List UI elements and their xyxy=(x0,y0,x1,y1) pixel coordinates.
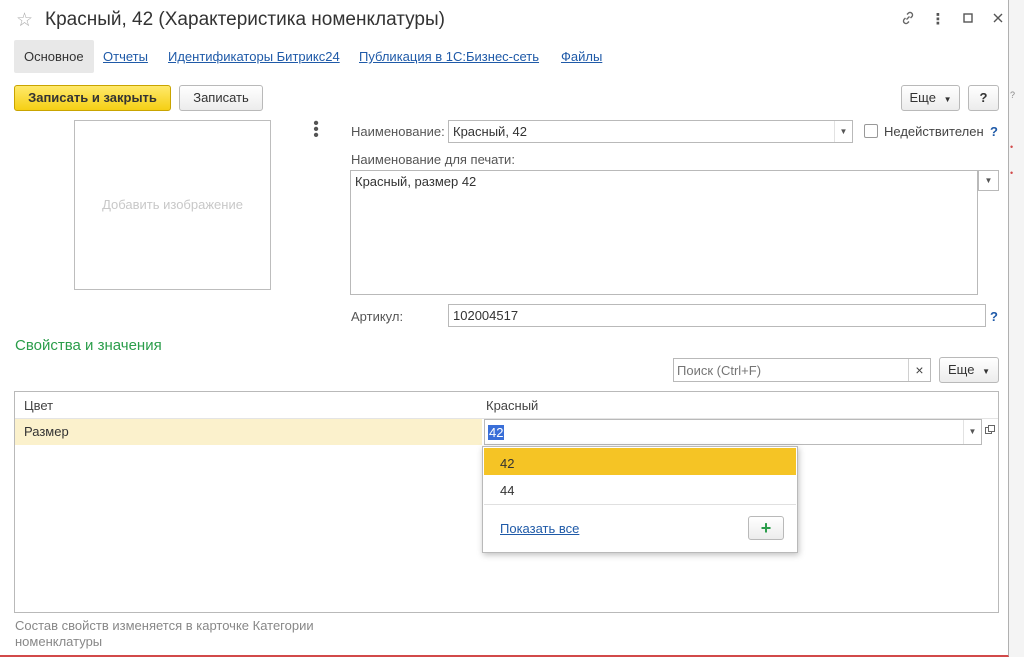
value-text: 42 xyxy=(488,425,505,440)
more-vertical-icon[interactable]: ⋮ xyxy=(928,10,948,30)
tab-reports[interactable]: Отчеты xyxy=(93,40,158,73)
add-image-label: Добавить изображение xyxy=(102,197,243,212)
article-label: Артикул: xyxy=(351,309,404,324)
dropdown-option[interactable]: 42 xyxy=(484,448,796,475)
value-input[interactable]: 42 ▼ xyxy=(484,419,982,445)
strip-text: ? xyxy=(1010,90,1016,100)
strip-text: • xyxy=(1010,168,1014,178)
value-dropdown: 42 44 Показать все + xyxy=(482,446,798,553)
section-title: Свойства и значения xyxy=(15,337,162,354)
column-header[interactable]: Цвет xyxy=(24,398,53,413)
save-button[interactable]: Записать xyxy=(179,85,263,111)
plus-icon: + xyxy=(760,518,772,538)
table-row[interactable]: Размер 42 ▼ xyxy=(15,419,998,445)
image-placeholder[interactable]: Добавить изображение xyxy=(74,120,271,290)
strip-text: • xyxy=(1010,142,1014,152)
divider xyxy=(484,504,796,505)
open-icon[interactable] xyxy=(982,419,998,445)
chevron-down-icon: ▼ xyxy=(982,367,990,376)
property-cell[interactable]: Размер xyxy=(15,419,482,445)
more-button-label: Еще xyxy=(909,90,936,105)
link-icon[interactable] xyxy=(898,10,918,30)
name-value: Красный, 42 xyxy=(453,124,528,139)
article-field[interactable]: 102004517 xyxy=(448,304,986,327)
column-header[interactable]: Красный xyxy=(486,398,538,413)
star-icon[interactable]: ☆ xyxy=(16,9,33,32)
help-icon[interactable]: ? xyxy=(990,309,998,324)
page-title: Красный, 42 (Характеристика номенклатуры… xyxy=(45,9,445,30)
print-name-label: Наименование для печати: xyxy=(351,152,515,167)
chevron-down-icon[interactable]: ▼ xyxy=(963,420,981,444)
help-button[interactable]: ? xyxy=(968,85,999,111)
name-field[interactable]: Красный, 42 ▼ xyxy=(448,120,853,143)
article-value: 102004517 xyxy=(453,308,519,323)
chevron-down-icon[interactable]: ▼ xyxy=(978,170,999,191)
tab-files[interactable]: Файлы xyxy=(551,40,612,73)
tab-main[interactable]: Основное xyxy=(14,40,94,73)
table-header: Цвет Красный xyxy=(15,392,998,419)
chevron-down-icon: ▼ xyxy=(943,95,952,104)
close-icon[interactable] xyxy=(988,10,1008,30)
clear-icon[interactable]: × xyxy=(908,359,930,381)
properties-more-label: Еще xyxy=(948,362,975,377)
chevron-down-icon[interactable]: ▼ xyxy=(834,121,852,142)
more-vertical-icon[interactable]: • • • xyxy=(312,116,320,144)
title-bar: ☆ Красный, 42 (Характеристика номенклату… xyxy=(0,0,1009,40)
inactive-checkbox[interactable] xyxy=(864,124,878,138)
dropdown-option[interactable]: 44 xyxy=(484,475,796,502)
footnote: Состав свойств изменяется в карточке Кат… xyxy=(15,618,314,649)
search-input[interactable] xyxy=(674,359,904,381)
properties-more-button[interactable]: Еще ▼ xyxy=(939,357,999,383)
name-label: Наименование: xyxy=(351,124,445,139)
tab-bitrix-ids[interactable]: Идентификаторы Битрикс24 xyxy=(158,40,350,73)
tab-business-network[interactable]: Публикация в 1С:Бизнес-сеть xyxy=(349,40,549,73)
show-all-link[interactable]: Показать все xyxy=(500,521,579,536)
maximize-icon[interactable] xyxy=(958,10,978,30)
print-name-value: Красный, размер 42 xyxy=(355,174,477,189)
more-button[interactable]: Еще ▼ xyxy=(901,85,960,111)
form-window: ☆ Красный, 42 (Характеристика номенклату… xyxy=(0,0,1009,657)
save-close-button[interactable]: Записать и закрыть xyxy=(14,85,171,111)
inactive-label: Недействителен xyxy=(884,124,984,139)
add-button[interactable]: + xyxy=(748,516,784,540)
help-icon[interactable]: ? xyxy=(990,124,998,139)
print-name-field[interactable]: Красный, размер 42 xyxy=(350,170,978,295)
search-field[interactable]: × xyxy=(673,358,931,382)
